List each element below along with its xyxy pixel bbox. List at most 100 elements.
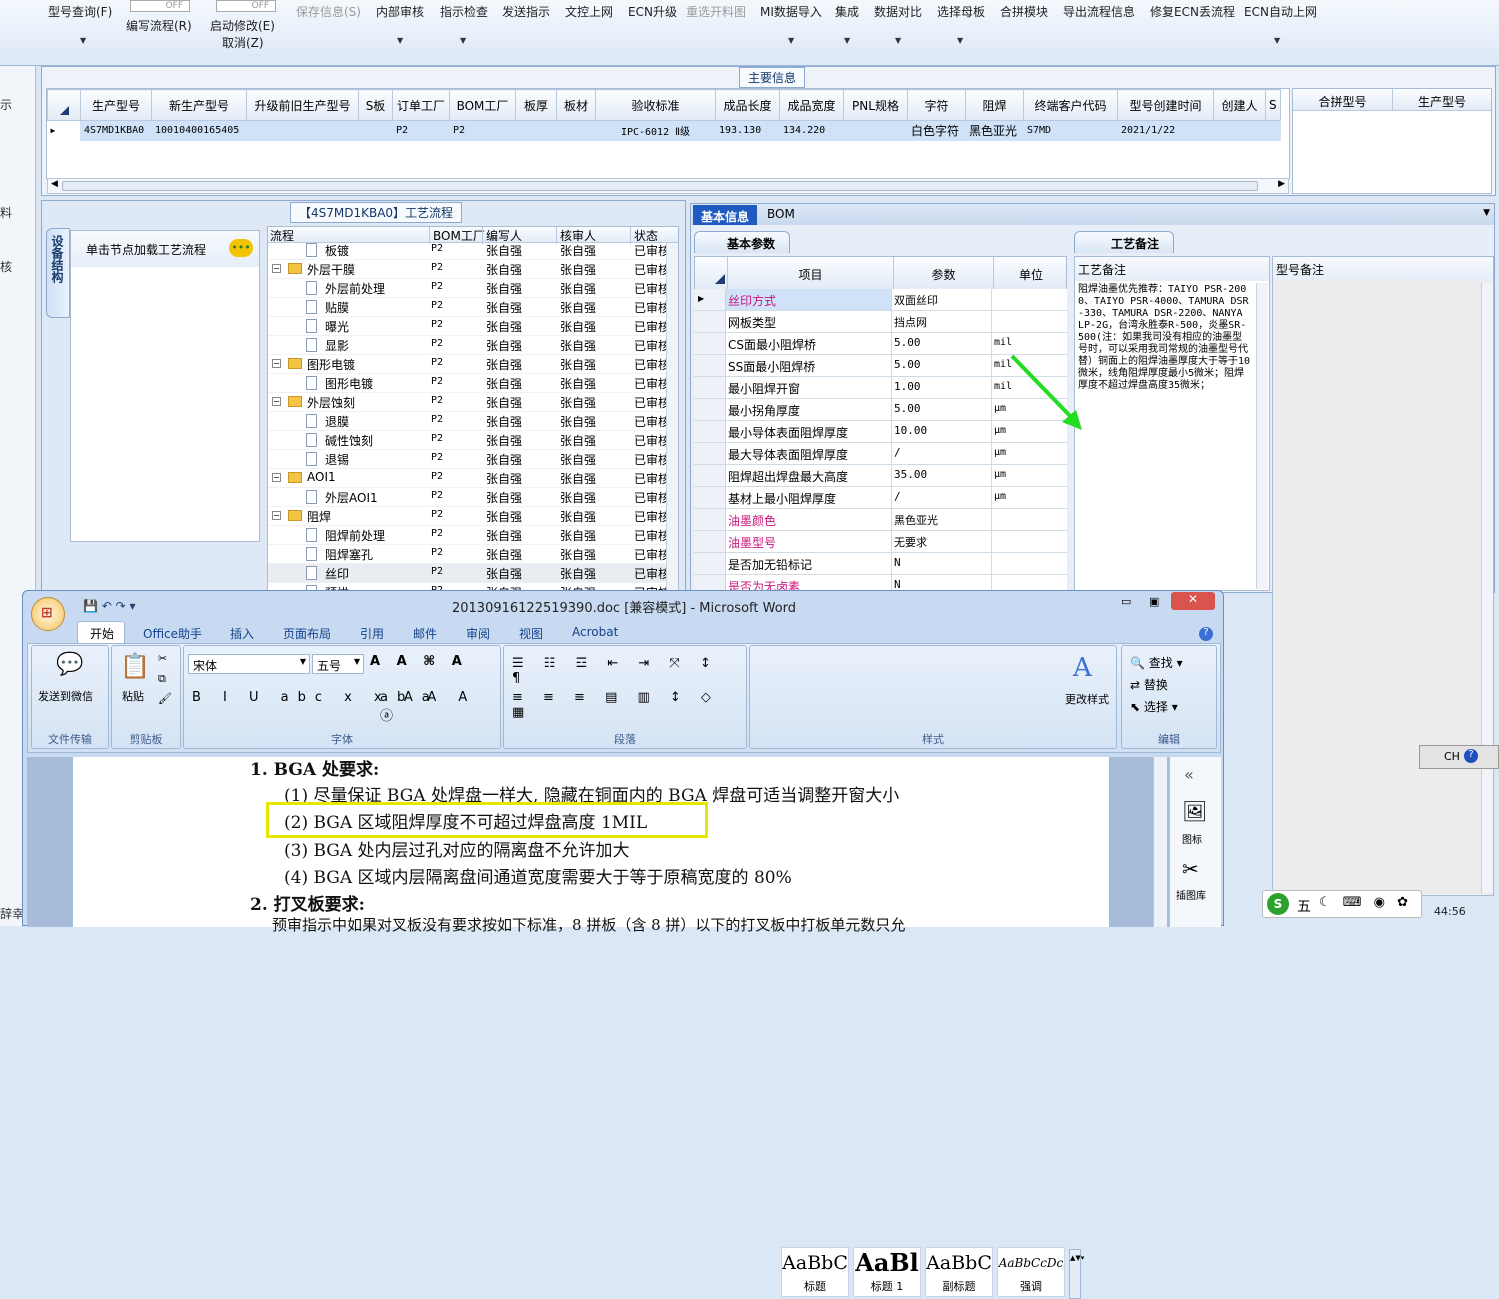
tab-references[interactable]: 引用	[360, 625, 384, 642]
column-header[interactable]: 成品长度	[715, 89, 780, 121]
select-button[interactable]: ⬉ 选择 ▾	[1130, 698, 1178, 715]
param-value[interactable]: 5.00	[892, 399, 992, 420]
column-header[interactable]: 合拼型号	[1293, 89, 1393, 111]
column-header[interactable]: S板	[358, 89, 393, 121]
flow-row[interactable]: − 外层蚀刻 P2 张自强 张自强 已审核	[268, 393, 666, 412]
font-color-icons[interactable]: ab A A ⓐ	[380, 690, 500, 724]
toolbar-select-mother-board[interactable]: 选择母板	[937, 3, 985, 20]
table-cell[interactable]	[358, 120, 393, 141]
param-value[interactable]: 10.00	[892, 421, 992, 442]
chevron-down-icon[interactable]: ▼	[460, 36, 466, 45]
toolbar-send-instruction[interactable]: 发送指示	[502, 3, 550, 20]
maximize-button[interactable]: ▣	[1149, 595, 1159, 608]
close-button[interactable]: ✕	[1171, 592, 1215, 610]
ime-lang[interactable]: CH	[1444, 750, 1460, 763]
change-styles-icon[interactable]: A	[1073, 653, 1092, 683]
table-cell[interactable]: 10010400165405	[151, 120, 247, 141]
flow-row[interactable]: 退锡 P2 张自强 张自强 已审核	[268, 450, 666, 469]
clipboard-icon[interactable]: 📋	[120, 652, 150, 680]
toolbar-fix-ecn[interactable]: 修复ECN丢流程	[1150, 3, 1235, 20]
scroll-right-icon[interactable]: ▶	[1278, 179, 1285, 189]
process-notes-text[interactable]: 阻焊油墨优先推荐：TAIYO PSR-2000、TAIYO PSR-4000、T…	[1078, 284, 1252, 392]
chevron-down-icon[interactable]: ▼	[844, 36, 850, 45]
chevron-down-icon[interactable]: ▼	[788, 36, 794, 45]
style-option[interactable]: AaBbC 标题	[781, 1247, 849, 1297]
send-to-wechat-button[interactable]: 发送到微信	[38, 688, 93, 704]
param-value[interactable]: 黑色亚光	[892, 509, 992, 530]
vertical-scrollbar[interactable]	[1153, 757, 1167, 927]
flow-row[interactable]: − 图形电镀 P2 张自强 张自强 已审核	[268, 355, 666, 374]
scrollbar-thumb[interactable]	[62, 181, 1258, 191]
chevron-down-icon[interactable]: ▼	[1483, 208, 1490, 218]
flow-row[interactable]: 显影 P2 张自强 张自强 已审核	[268, 336, 666, 355]
param-value[interactable]: 挡点网	[892, 311, 992, 332]
param-value[interactable]: 1.00	[892, 377, 992, 398]
tab-basic-params[interactable]: 基本参数	[694, 231, 790, 253]
tab-basic-info[interactable]: 基本信息	[693, 205, 757, 225]
column-header[interactable]: 升级前旧生产型号	[246, 89, 359, 121]
column-header[interactable]: 单位	[993, 257, 1066, 290]
toolbar-ecn-upgrade[interactable]: ECN升级	[628, 3, 677, 20]
chevron-down-icon[interactable]: ▼	[1274, 36, 1280, 45]
column-header[interactable]: 新生产型号	[151, 89, 247, 121]
table-cell[interactable]: IPC-6012 Ⅱ级	[595, 120, 716, 141]
collapse-toggle-icon[interactable]: −	[272, 397, 281, 406]
column-header[interactable]: 订单工厂	[392, 89, 450, 121]
scroll-left-icon[interactable]: ◀	[51, 179, 58, 189]
table-cell[interactable]: 4S7MD1KBA0	[80, 120, 152, 141]
collapse-icon[interactable]: «	[1184, 765, 1194, 784]
param-row[interactable]: ▶ 丝印方式 双面丝印	[694, 289, 1067, 311]
table-cell[interactable]: S7MD	[1023, 120, 1118, 141]
replace-button[interactable]: ⇄ 替换	[1130, 676, 1168, 693]
column-header[interactable]: 验收标准	[595, 89, 716, 121]
tab-mailings[interactable]: 邮件	[413, 625, 437, 642]
align-icons[interactable]: ≡ ≡ ≡ ▤ ▥ ↕ ◇ ▦	[512, 690, 746, 720]
font-size-select[interactable]: 五号 ▼	[312, 654, 364, 674]
table-cell[interactable]: 134.220	[779, 120, 844, 141]
toolbar-integrate[interactable]: 集成	[835, 3, 859, 20]
ime-mode[interactable]: 五	[1297, 896, 1311, 916]
table-cell[interactable]	[1265, 120, 1281, 141]
chevron-down-icon[interactable]: ▼	[957, 36, 963, 45]
column-header[interactable]: 创建人	[1213, 89, 1266, 121]
tab-home[interactable]: 开始	[90, 625, 114, 642]
table-cell[interactable]	[515, 120, 557, 141]
list-icons[interactable]: ☰ ☷ ☲ ⇤ ⇥ ⤧ ↕ ¶	[512, 656, 746, 686]
collapse-toggle-icon[interactable]: −	[272, 264, 281, 273]
collapse-toggle-icon[interactable]: −	[272, 473, 281, 482]
format-painter-icon[interactable]: 🖌	[158, 692, 172, 705]
flow-row[interactable]: 图形电镀 P2 张自强 张自强 已审核	[268, 374, 666, 393]
copy-icon[interactable]: ⧉	[158, 672, 166, 686]
column-header[interactable]: BOM工厂	[449, 89, 516, 121]
param-value[interactable]: 5.00	[892, 355, 992, 376]
column-header[interactable]: 字符	[907, 89, 966, 121]
flow-row[interactable]: − 阻焊 P2 张自强 张自强 已审核	[268, 507, 666, 526]
param-value[interactable]: /	[892, 487, 992, 508]
ime-toolbar[interactable]: CH ?	[1419, 745, 1499, 769]
collapse-toggle-icon[interactable]: −	[272, 359, 281, 368]
paste-button[interactable]: 粘贴	[122, 688, 144, 704]
flow-row[interactable]: 板镀 P2 张自强 张自强 已审核	[268, 241, 666, 260]
column-header[interactable]: 板材	[556, 89, 596, 121]
flow-row[interactable]: 碱性蚀刻 P2 张自强 张自强 已审核	[268, 431, 666, 450]
toolbar-cancel[interactable]: 取消(Z)	[222, 34, 264, 51]
toolbar-doc-online[interactable]: 文控上网	[565, 3, 613, 20]
tab-insert[interactable]: 插入	[230, 625, 254, 642]
table-cell[interactable]	[556, 120, 596, 141]
chevron-down-icon[interactable]: ▼	[397, 36, 403, 45]
tab-page-layout[interactable]: 页面布局	[283, 625, 331, 642]
ime-tools-icon[interactable]: ☾ ⌨ ◉ ✿	[1319, 895, 1412, 910]
toolbar-save-info[interactable]: 保存信息(S)	[296, 3, 361, 20]
tab-bom[interactable]: BOM	[767, 207, 795, 221]
table-cell[interactable]: 白色字符	[907, 120, 966, 141]
table-cell[interactable]: P2	[392, 120, 450, 141]
column-header[interactable]: 成品宽度	[779, 89, 844, 121]
left-strip-label-5[interactable]: 核	[0, 258, 12, 275]
table-cell[interactable]: 193.130	[715, 120, 780, 141]
flow-row[interactable]: 阻焊前处理 P2 张自强 张自强 已审核	[268, 526, 666, 545]
left-strip-label-3[interactable]: 示	[0, 96, 12, 113]
param-value[interactable]: N	[892, 553, 992, 574]
table-cell[interactable]: 黑色亚光	[965, 120, 1024, 141]
param-row[interactable]: 是否加无铅标记 N	[694, 553, 1067, 575]
flow-row[interactable]: 外层前处理 P2 张自强 张自强 已审核	[268, 279, 666, 298]
